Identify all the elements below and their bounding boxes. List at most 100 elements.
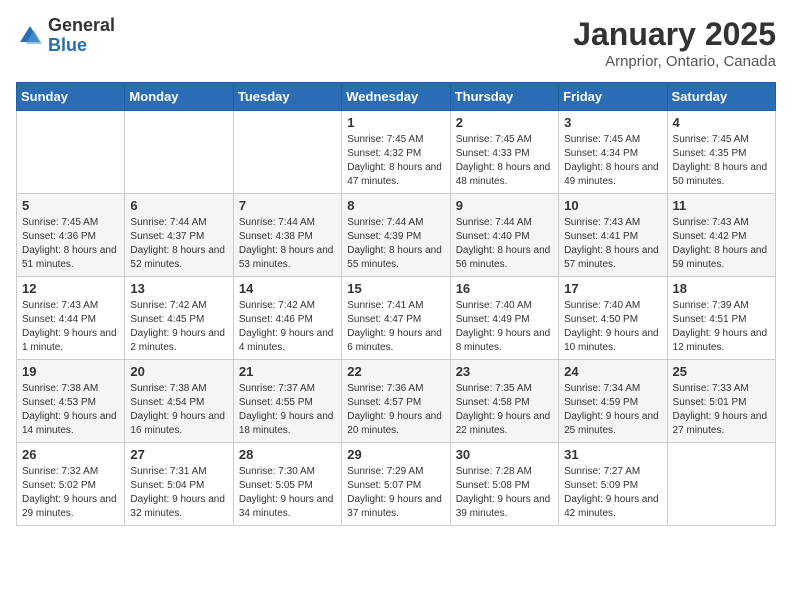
month-title: January 2025 xyxy=(573,16,776,53)
calendar-cell: 27 Sunrise: 7:31 AM Sunset: 5:04 PM Dayli… xyxy=(125,443,233,526)
weekday-header: Wednesday xyxy=(342,83,450,111)
day-number: 8 xyxy=(347,198,444,213)
day-info: Sunrise: 7:43 AM Sunset: 4:44 PM Dayligh… xyxy=(22,299,119,355)
day-info: Sunrise: 7:45 AM Sunset: 4:35 PM Dayligh… xyxy=(673,133,770,189)
day-info: Sunrise: 7:35 AM Sunset: 4:58 PM Dayligh… xyxy=(456,382,553,438)
day-number: 3 xyxy=(564,115,661,130)
day-number: 13 xyxy=(130,281,227,296)
calendar-cell: 4 Sunrise: 7:45 AM Sunset: 4:35 PM Daylig… xyxy=(667,111,775,194)
day-number: 18 xyxy=(673,281,770,296)
logo-general-text: General xyxy=(48,16,115,36)
day-info: Sunrise: 7:44 AM Sunset: 4:37 PM Dayligh… xyxy=(130,216,227,272)
day-info: Sunrise: 7:38 AM Sunset: 4:53 PM Dayligh… xyxy=(22,382,119,438)
calendar-cell: 3Sunrise: 7:45 AM Sunset: 4:34 PM Daylig… xyxy=(559,111,667,194)
calendar-cell xyxy=(667,443,775,526)
day-number: 16 xyxy=(456,281,553,296)
calendar-cell: 12 Sunrise: 7:43 AM Sunset: 4:44 PM Dayli… xyxy=(17,277,125,360)
logo: General Blue xyxy=(16,16,115,56)
weekday-header: Thursday xyxy=(450,83,558,111)
day-number: 7 xyxy=(239,198,336,213)
day-info: Sunrise: 7:44 AM Sunset: 4:40 PM Dayligh… xyxy=(456,216,553,272)
day-info: Sunrise: 7:30 AM Sunset: 5:05 PM Dayligh… xyxy=(239,465,336,521)
day-info: Sunrise: 7:29 AM Sunset: 5:07 PM Dayligh… xyxy=(347,465,444,521)
day-number: 17 xyxy=(564,281,661,296)
day-info: Sunrise: 7:43 AM Sunset: 4:41 PM Dayligh… xyxy=(564,216,661,272)
calendar-cell: 1Sunrise: 7:45 AM Sunset: 4:32 PM Daylig… xyxy=(342,111,450,194)
day-number: 25 xyxy=(673,364,770,379)
day-number: 30 xyxy=(456,447,553,462)
day-number: 9 xyxy=(456,198,553,213)
calendar-cell: 10Sunrise: 7:43 AM Sunset: 4:41 PM Dayli… xyxy=(559,194,667,277)
calendar-cell: 9 Sunrise: 7:44 AM Sunset: 4:40 PM Daylig… xyxy=(450,194,558,277)
day-info: Sunrise: 7:28 AM Sunset: 5:08 PM Dayligh… xyxy=(456,465,553,521)
calendar-cell: 31Sunrise: 7:27 AM Sunset: 5:09 PM Dayli… xyxy=(559,443,667,526)
day-info: Sunrise: 7:42 AM Sunset: 4:45 PM Dayligh… xyxy=(130,299,227,355)
calendar-cell: 7 Sunrise: 7:44 AM Sunset: 4:38 PM Daylig… xyxy=(233,194,341,277)
day-number: 26 xyxy=(22,447,119,462)
title-block: January 2025 Arnprior, Ontario, Canada xyxy=(573,16,776,70)
day-number: 29 xyxy=(347,447,444,462)
calendar-cell: 24 Sunrise: 7:34 AM Sunset: 4:59 PM Dayli… xyxy=(559,360,667,443)
day-info: Sunrise: 7:37 AM Sunset: 4:55 PM Dayligh… xyxy=(239,382,336,438)
day-number: 1 xyxy=(347,115,444,130)
day-number: 27 xyxy=(130,447,227,462)
location-subtitle: Arnprior, Ontario, Canada xyxy=(573,53,776,70)
calendar-week-row: 1Sunrise: 7:45 AM Sunset: 4:32 PM Daylig… xyxy=(17,111,776,194)
day-number: 21 xyxy=(239,364,336,379)
calendar-cell: 2 Sunrise: 7:45 AM Sunset: 4:33 PM Daylig… xyxy=(450,111,558,194)
weekday-header: Monday xyxy=(125,83,233,111)
calendar-week-row: 26 Sunrise: 7:32 AM Sunset: 5:02 PM Dayli… xyxy=(17,443,776,526)
calendar-week-row: 5 Sunrise: 7:45 AM Sunset: 4:36 PM Daylig… xyxy=(17,194,776,277)
calendar-cell: 29 Sunrise: 7:29 AM Sunset: 5:07 PM Dayli… xyxy=(342,443,450,526)
day-number: 4 xyxy=(673,115,770,130)
calendar-cell: 5 Sunrise: 7:45 AM Sunset: 4:36 PM Daylig… xyxy=(17,194,125,277)
calendar-cell: 30 Sunrise: 7:28 AM Sunset: 5:08 PM Dayli… xyxy=(450,443,558,526)
logo-icon xyxy=(16,22,44,50)
day-info: Sunrise: 7:43 AM Sunset: 4:42 PM Dayligh… xyxy=(673,216,770,272)
day-number: 19 xyxy=(22,364,119,379)
day-number: 11 xyxy=(673,198,770,213)
calendar-cell xyxy=(125,111,233,194)
day-info: Sunrise: 7:33 AM Sunset: 5:01 PM Dayligh… xyxy=(673,382,770,438)
day-number: 6 xyxy=(130,198,227,213)
day-info: Sunrise: 7:39 AM Sunset: 4:51 PM Dayligh… xyxy=(673,299,770,355)
day-info: Sunrise: 7:42 AM Sunset: 4:46 PM Dayligh… xyxy=(239,299,336,355)
calendar-cell: 26 Sunrise: 7:32 AM Sunset: 5:02 PM Dayli… xyxy=(17,443,125,526)
day-number: 15 xyxy=(347,281,444,296)
calendar-cell: 13 Sunrise: 7:42 AM Sunset: 4:45 PM Dayli… xyxy=(125,277,233,360)
weekday-header: Tuesday xyxy=(233,83,341,111)
calendar-cell: 8 Sunrise: 7:44 AM Sunset: 4:39 PM Daylig… xyxy=(342,194,450,277)
calendar-cell: 23 Sunrise: 7:35 AM Sunset: 4:58 PM Dayli… xyxy=(450,360,558,443)
day-info: Sunrise: 7:45 AM Sunset: 4:36 PM Dayligh… xyxy=(22,216,119,272)
day-number: 12 xyxy=(22,281,119,296)
calendar-cell: 19 Sunrise: 7:38 AM Sunset: 4:53 PM Dayli… xyxy=(17,360,125,443)
calendar-week-row: 19 Sunrise: 7:38 AM Sunset: 4:53 PM Dayli… xyxy=(17,360,776,443)
day-info: Sunrise: 7:32 AM Sunset: 5:02 PM Dayligh… xyxy=(22,465,119,521)
day-number: 14 xyxy=(239,281,336,296)
day-info: Sunrise: 7:44 AM Sunset: 4:39 PM Dayligh… xyxy=(347,216,444,272)
calendar-cell: 6 Sunrise: 7:44 AM Sunset: 4:37 PM Daylig… xyxy=(125,194,233,277)
calendar-cell: 17 Sunrise: 7:40 AM Sunset: 4:50 PM Dayli… xyxy=(559,277,667,360)
day-info: Sunrise: 7:45 AM Sunset: 4:33 PM Dayligh… xyxy=(456,133,553,189)
day-info: Sunrise: 7:38 AM Sunset: 4:54 PM Dayligh… xyxy=(130,382,227,438)
calendar-cell: 14 Sunrise: 7:42 AM Sunset: 4:46 PM Dayli… xyxy=(233,277,341,360)
calendar-cell: 15 Sunrise: 7:41 AM Sunset: 4:47 PM Dayli… xyxy=(342,277,450,360)
page-header: General Blue January 2025 Arnprior, Onta… xyxy=(16,16,776,70)
day-number: 24 xyxy=(564,364,661,379)
weekday-header-row: SundayMondayTuesdayWednesdayThursdayFrid… xyxy=(17,83,776,111)
day-number: 20 xyxy=(130,364,227,379)
calendar-cell: 22 Sunrise: 7:36 AM Sunset: 4:57 PM Dayli… xyxy=(342,360,450,443)
weekday-header: Sunday xyxy=(17,83,125,111)
day-number: 2 xyxy=(456,115,553,130)
calendar-cell xyxy=(17,111,125,194)
day-number: 22 xyxy=(347,364,444,379)
day-info: Sunrise: 7:44 AM Sunset: 4:38 PM Dayligh… xyxy=(239,216,336,272)
day-number: 5 xyxy=(22,198,119,213)
day-info: Sunrise: 7:40 AM Sunset: 4:50 PM Dayligh… xyxy=(564,299,661,355)
day-number: 23 xyxy=(456,364,553,379)
day-info: Sunrise: 7:31 AM Sunset: 5:04 PM Dayligh… xyxy=(130,465,227,521)
weekday-header: Friday xyxy=(559,83,667,111)
day-info: Sunrise: 7:34 AM Sunset: 4:59 PM Dayligh… xyxy=(564,382,661,438)
day-info: Sunrise: 7:41 AM Sunset: 4:47 PM Dayligh… xyxy=(347,299,444,355)
day-info: Sunrise: 7:36 AM Sunset: 4:57 PM Dayligh… xyxy=(347,382,444,438)
